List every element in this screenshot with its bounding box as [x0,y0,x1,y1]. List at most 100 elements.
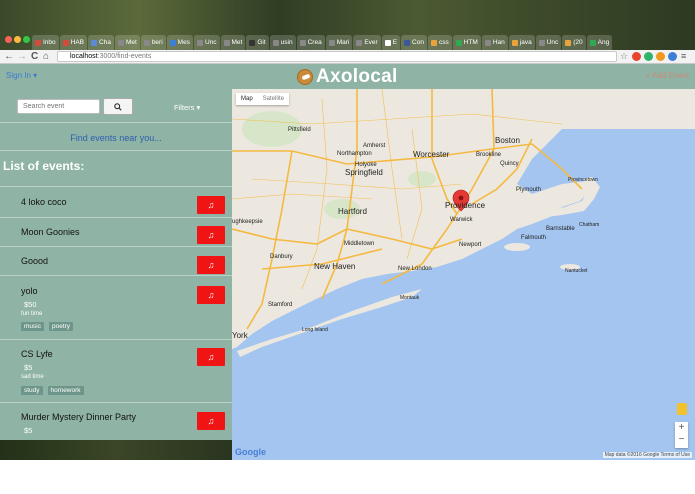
browser-tab[interactable]: Con [401,35,427,50]
map-attribution[interactable]: Map data ©2016 Google Terms of Use [602,452,692,458]
tab-favicon-icon [384,39,391,46]
tab-favicon-icon [249,39,256,46]
satellite-toggle-button[interactable]: Satellite [258,93,289,105]
event-sidebar: Filters ▾ Find events near you... List o… [0,89,232,440]
extension-icon-red[interactable] [632,52,641,61]
bookmark-star-icon[interactable]: ☆ [620,52,629,61]
map-toggle-button[interactable]: Map [236,93,258,105]
event-item[interactable]: Murder Mystery Dinner Party $5 ♫ [0,403,232,440]
event-tag[interactable]: homework [47,386,84,395]
music-note-icon[interactable]: ♫ [197,348,225,366]
sign-in-dropdown[interactable]: Sign In ▾ [6,71,37,80]
event-list-title: List of events: [3,159,85,173]
browser-tab[interactable]: Met [220,35,246,50]
browser-tab[interactable]: beri [140,35,166,50]
map-label: York [232,331,248,340]
event-title: yolo [21,286,38,296]
browser-tab[interactable]: Han [481,35,508,50]
browser-tab[interactable]: usin [269,35,296,50]
music-note-icon[interactable]: ♫ [197,412,225,430]
event-item[interactable]: Goood ♫ [0,247,232,276]
browser-tab[interactable]: HAB [59,35,88,50]
extension-icon-blue[interactable] [668,52,677,61]
event-price: $50 [24,300,37,309]
street-view-pegman-icon[interactable] [677,403,687,415]
tab-label: Ever [364,39,378,46]
browser-tab[interactable]: Unc [193,35,220,50]
menu-icon[interactable]: ≡ [681,52,690,61]
browser-tab[interactable]: Unc [535,35,562,50]
app-header: Sign In ▾ Axolocal + Add Event [0,64,695,89]
address-bar[interactable]: localhost:3000/find-events [57,51,617,62]
zoom-in-button[interactable]: + [675,422,688,434]
browser-tab[interactable]: Ang [586,35,613,50]
map-label: Plymouth [516,187,542,193]
tab-label: Mari [336,39,350,46]
browser-tab[interactable]: Met [114,35,140,50]
zoom-control: + − [675,422,688,448]
find-events-near-you-link[interactable]: Find events near you... [0,133,232,143]
event-item[interactable]: Moon Goonies ♫ [0,218,232,247]
tab-label: E [392,39,398,46]
browser-tab[interactable]: Ever [353,35,381,50]
map-view[interactable]: Map Satellite Pittsfield Amherst Northam… [232,89,695,460]
close-window-button[interactable] [5,36,12,43]
event-title: Moon Goonies [21,227,80,237]
home-button[interactable]: ⌂ [43,51,49,63]
map-label: Quincy [500,161,519,167]
map-label: Springfield [345,168,383,177]
music-note-icon[interactable]: ♫ [197,196,225,214]
google-logo[interactable]: Google [235,447,266,457]
browser-tab[interactable]: java [508,35,535,50]
music-note-icon[interactable]: ♫ [197,256,225,274]
browser-tab[interactable]: Crea [296,35,325,50]
event-tag[interactable]: study [21,386,43,395]
zoom-out-button[interactable]: − [675,434,688,446]
browser-tab[interactable]: HTM [452,35,481,50]
tab-label: Han [492,39,505,46]
event-tag[interactable]: music [21,322,44,331]
event-description: sad time [21,374,44,380]
browser-tab[interactable]: Git [246,35,269,50]
tab-label: Crea [307,39,322,46]
add-event-button[interactable]: + Add Event [646,71,689,80]
browser-toolbar: ← → C ⌂ localhost:3000/find-events ☆ ≡ [0,50,695,64]
filters-dropdown[interactable]: Filters ▾ [174,103,200,112]
browser-tab[interactable]: css [427,35,452,50]
map-label: Long Island [302,327,328,333]
maximize-window-button[interactable] [23,36,30,43]
search-button[interactable] [103,98,133,115]
music-note-icon[interactable]: ♫ [197,226,225,244]
music-note-icon[interactable]: ♫ [197,286,225,304]
tab-favicon-icon [169,39,176,46]
browser-tab[interactable]: Inbo [32,35,59,50]
browser-tab[interactable]: Cha [88,35,114,50]
search-event-input[interactable] [17,99,100,114]
browser-tab[interactable]: E [381,35,401,50]
forward-button[interactable]: → [17,51,27,63]
browser-tab[interactable]: (20 [562,35,586,50]
event-title: Goood [21,256,49,266]
event-tag[interactable]: poetry [48,322,74,331]
back-button[interactable]: ← [4,51,14,63]
reload-button[interactable]: C [31,51,38,63]
minimize-window-button[interactable] [14,36,21,43]
tab-label: Git [257,39,266,46]
map-label: ughkeepsie [232,219,263,225]
event-item[interactable]: CS Lyfe $5 sad time study homework ♫ [0,340,232,402]
search-icon [114,102,122,111]
divider [0,150,232,151]
event-item[interactable]: 4 loko coco ♫ [0,187,232,217]
tab-label: Ang [597,39,610,46]
browser-tab[interactable]: Mes [166,35,193,50]
map-label: Falmouth [521,235,547,241]
browser-tab[interactable]: Mari [325,35,353,50]
tab-label: java [519,39,532,46]
extension-icon-green[interactable] [644,52,653,61]
extension-icon-orange[interactable] [656,52,665,61]
brand[interactable]: Axolocal [297,66,398,88]
event-item[interactable]: yolo $50 fun time music poetry ♫ [0,276,232,338]
tab-label: css [438,39,449,46]
tab-label: Met [125,39,137,46]
tab-favicon-icon [143,39,150,46]
